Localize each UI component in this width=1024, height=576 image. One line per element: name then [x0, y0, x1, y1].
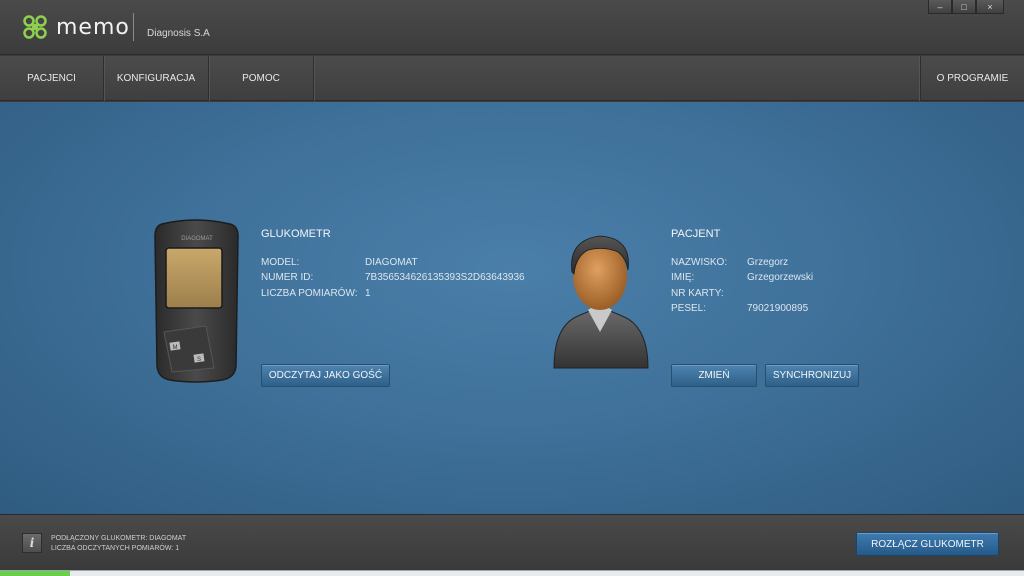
maximize-button[interactable]: □	[952, 0, 976, 14]
patient-pesel-label: PESEL:	[671, 303, 707, 314]
status-count-text: LICZBA ODCZYTANYCH POMIARÓW: 1	[51, 545, 180, 552]
read-as-guest-button[interactable]: ODCZYTAJ JAKO GOŚĆ	[261, 364, 390, 387]
menu-o-programie[interactable]: O PROGRAMIE	[920, 56, 1024, 101]
window-controls: – □ ×	[928, 0, 1004, 14]
glucometer-image: DIAGOMAT M S	[154, 219, 239, 383]
memo-logo-icon	[23, 15, 47, 39]
patient-pesel-value: 79021900895	[747, 303, 809, 314]
glucometer-model-value: DIAGOMAT	[365, 257, 418, 268]
patient-name-value: Grzegorzewski	[747, 272, 814, 283]
glucometer-count-label: LICZBA POMIARÓW:	[261, 288, 358, 299]
menu-konfiguracja[interactable]: KONFIGURACJA	[104, 56, 209, 101]
company-name: Diagnosis S.A	[147, 28, 210, 39]
glucometer-model-label: MODEL:	[261, 257, 300, 268]
glucometer-title: GLUKOMETR	[261, 228, 331, 240]
synchronize-button[interactable]: SYNCHRONIZUJ	[765, 364, 859, 387]
status-bar: i PODŁĄCZONY GLUKOMETR: DIAGOMAT LICZBA …	[0, 514, 1024, 570]
menu-pacjenci[interactable]: PACJENCI	[0, 56, 104, 101]
patient-surname-label: NAZWISKO:	[671, 257, 728, 268]
status-connected-text: PODŁĄCZONY GLUKOMETR: DIAGOMAT	[51, 535, 187, 542]
main-menu: PACJENCI KONFIGURACJA POMOC O PROGRAMIE	[0, 56, 1024, 101]
change-patient-button[interactable]: ZMIEŃ	[671, 364, 757, 387]
patient-avatar-icon	[553, 235, 649, 369]
disconnect-glucometer-button[interactable]: ROZŁĄCZ GLUKOMETR	[856, 532, 999, 556]
patient-name-label: IMIĘ:	[671, 272, 695, 283]
main-panel: DIAGOMAT M S GLUKOMETR MODEL: DIAGOMAT N…	[0, 102, 1024, 514]
app-header: memo Diagnosis S.A – □ ×	[0, 0, 1024, 55]
device-key-s: S	[197, 357, 201, 363]
patient-title: PACJENT	[671, 228, 721, 240]
taskbar-strip	[0, 570, 1024, 576]
device-brand-label: DIAGOMAT	[181, 236, 213, 242]
memo-logo: memo	[22, 13, 130, 41]
info-icon[interactable]: i	[22, 533, 42, 553]
menu-pomoc[interactable]: POMOC	[209, 56, 314, 101]
glucometer-id-value: 7B356534626135393S2D63643936	[365, 272, 525, 283]
logo-text: memo	[56, 14, 130, 40]
minimize-button[interactable]: –	[928, 0, 952, 14]
device-key-m: M	[173, 345, 178, 351]
patient-surname-value: Grzegorz	[747, 257, 789, 268]
close-button[interactable]: ×	[976, 0, 1004, 14]
glucometer-id-label: NUMER ID:	[261, 272, 314, 283]
patient-card-label: NR KARTY:	[671, 288, 724, 299]
taskbar-green-segment	[0, 571, 70, 576]
glucometer-count-value: 1	[365, 288, 371, 299]
header-divider	[133, 13, 134, 41]
